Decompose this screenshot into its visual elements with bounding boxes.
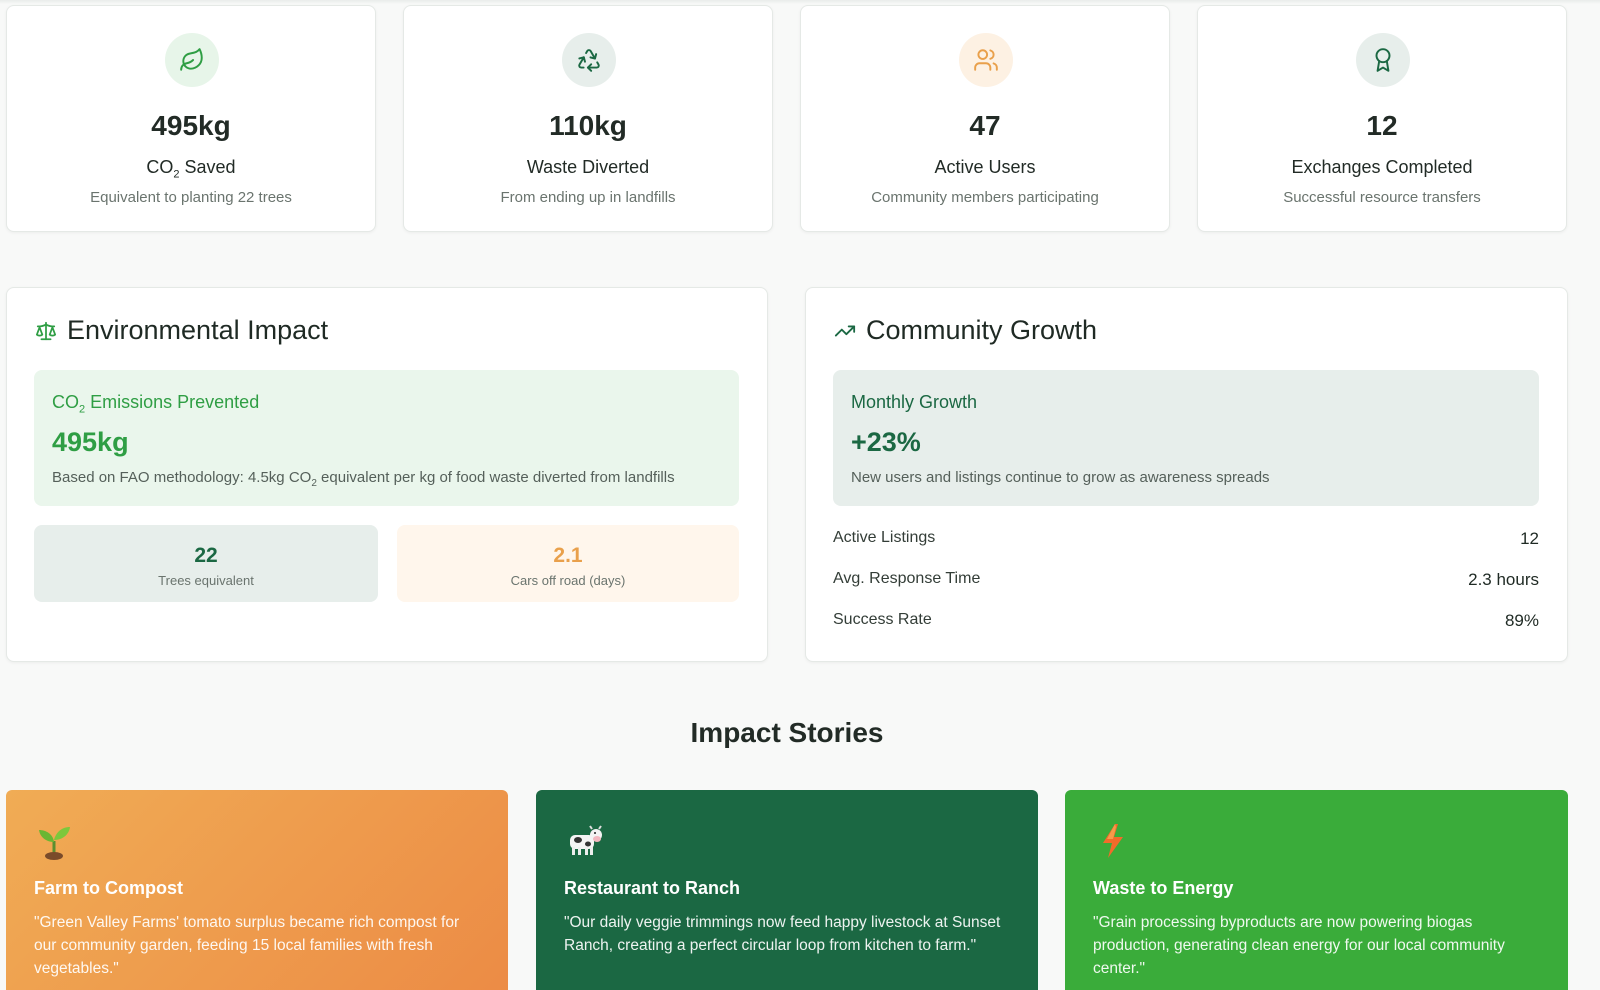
- trees-label: Trees equivalent: [158, 573, 254, 588]
- box-title: Monthly Growth: [851, 392, 978, 412]
- stat-value: 12: [1366, 110, 1398, 141]
- methodology-note: Based on FAO methodology: 4.5kg CO2 equi…: [52, 469, 675, 489]
- story-title: Restaurant to Ranch: [564, 878, 741, 898]
- leaf-icon: [165, 33, 219, 87]
- story-title: Waste to Energy: [1093, 878, 1234, 898]
- stat-value: 110kg: [549, 110, 627, 141]
- stat-card-users: 47 Active Users Community members partic…: [800, 5, 1170, 232]
- stat-value: 495kg: [151, 110, 231, 141]
- cars-label: Cars off road (days): [510, 573, 626, 588]
- cars-value: 2.1: [553, 544, 583, 567]
- panel-title: Environmental Impact: [35, 315, 328, 346]
- stat-label: Active Users: [934, 157, 1036, 177]
- story-card-waste-to-energy: Waste to Energy "Grain processing byprod…: [1065, 790, 1568, 990]
- stat-value: 47: [969, 110, 1001, 141]
- stat-card-exchanges: 12 Exchanges Completed Successful resour…: [1197, 5, 1567, 232]
- metric-label: Avg. Response Time: [833, 570, 981, 587]
- metric-value: 89%: [1504, 611, 1539, 630]
- story-title: Farm to Compost: [34, 878, 184, 898]
- story-text: "Our daily veggie trimmings now feed hap…: [564, 914, 1001, 954]
- lightning-icon: [1103, 824, 1123, 858]
- cow-icon: [570, 825, 602, 855]
- stat-card-co2: 495kg CO2 Saved Equivalent to planting 2…: [6, 5, 376, 232]
- section-heading: Impact Stories: [690, 717, 884, 748]
- trending-up-icon: [834, 325, 856, 336]
- metric-row: Avg. Response Time 2.3 hours: [833, 570, 1539, 590]
- stat-label: Waste Diverted: [526, 157, 650, 177]
- seedling-icon: [39, 827, 70, 860]
- monthly-growth-box: Monthly Growth +23% New users and listin…: [833, 370, 1539, 506]
- co2-value: 495kg: [52, 427, 129, 457]
- box-title: CO2 Emissions Prevented: [52, 392, 260, 416]
- stat-label: Exchanges Completed: [1291, 157, 1473, 177]
- trees-value: 22: [194, 544, 218, 567]
- co2-emissions-box: CO2 Emissions Prevented 495kg Based on F…: [34, 370, 739, 506]
- recycle-icon: [562, 33, 616, 87]
- metric-value: 2.3 hours: [1468, 570, 1539, 589]
- community-growth-panel: Community Growth Monthly Growth +23% New…: [805, 287, 1568, 662]
- metric-row: Success Rate 89%: [833, 611, 1539, 631]
- stat-note: Community members participating: [871, 189, 1099, 206]
- stat-note: Equivalent to planting 22 trees: [90, 189, 292, 206]
- metric-value: 12: [1520, 529, 1539, 548]
- cars-off-road-card: 2.1 Cars off road (days): [397, 525, 739, 602]
- users-icon: [959, 33, 1013, 87]
- trees-equivalent-card: 22 Trees equivalent: [34, 525, 378, 602]
- story-text: "Green Valley Farms' tomato surplus beca…: [34, 914, 460, 977]
- metric-row: Active Listings 12: [833, 529, 1539, 549]
- growth-value: +23%: [851, 427, 921, 457]
- scale-icon: [35, 321, 57, 340]
- growth-note: New users and listings continue to grow …: [851, 469, 1270, 486]
- story-text: "Grain processing byproducts are now pow…: [1093, 914, 1505, 977]
- metric-label: Active Listings: [833, 529, 936, 546]
- stat-note: From ending up in landfills: [500, 189, 676, 206]
- stat-card-waste: 110kg Waste Diverted From ending up in l…: [403, 5, 773, 232]
- award-icon: [1356, 33, 1410, 87]
- environmental-impact-panel: Environmental Impact CO2 Emissions Preve…: [6, 287, 768, 662]
- panel-title: Community Growth: [834, 315, 1097, 346]
- stat-label: CO2 Saved: [146, 157, 236, 181]
- stats-row: 495kg CO2 Saved Equivalent to planting 2…: [6, 5, 1568, 232]
- story-card-farm-to-compost: Farm to Compost "Green Valley Farms' tom…: [6, 790, 508, 990]
- metric-label: Success Rate: [833, 611, 932, 628]
- story-card-restaurant-to-ranch: Restaurant to Ranch "Our daily veggie tr…: [536, 790, 1038, 990]
- top-shadow: [0, 0, 1600, 4]
- stat-note: Successful resource transfers: [1283, 189, 1481, 206]
